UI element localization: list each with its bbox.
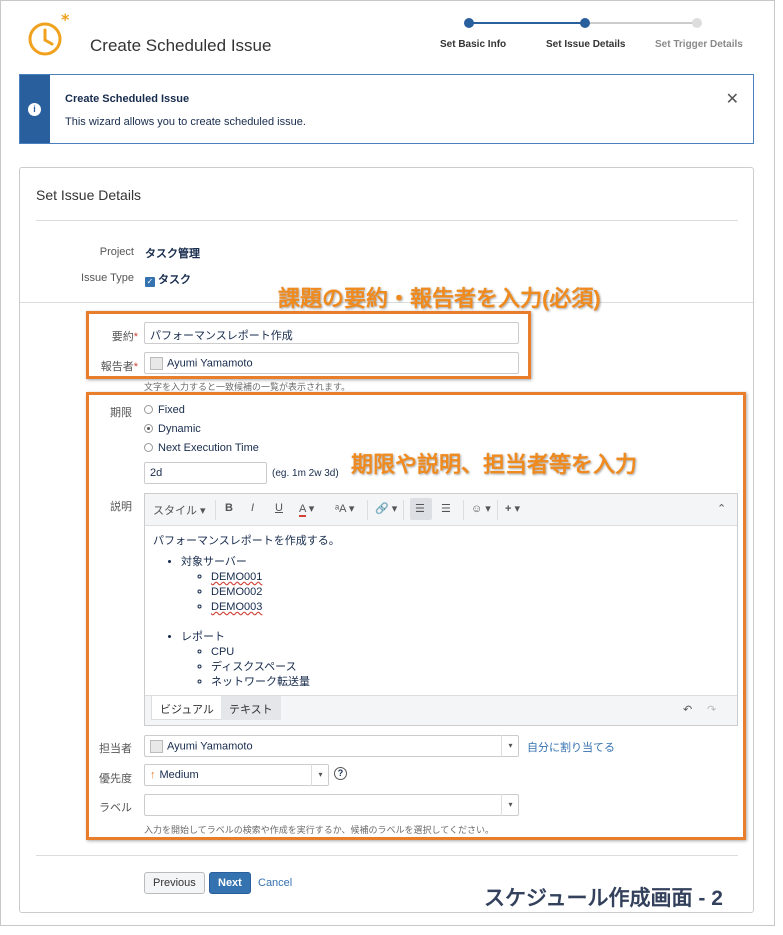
progress-line-pending xyxy=(585,22,697,24)
svg-text:*: * xyxy=(61,11,70,29)
info-banner: i Create Scheduled Issue This wizard all… xyxy=(19,74,754,144)
step-label-trigger-details: Set Trigger Details xyxy=(655,39,743,50)
info-icon: i xyxy=(28,103,41,116)
issue-type-label: Issue Type xyxy=(81,272,134,284)
checkbox-icon: ✓ xyxy=(145,277,155,287)
divider xyxy=(36,220,738,221)
step-label-issue-details: Set Issue Details xyxy=(546,39,626,50)
annotation-box-summary xyxy=(86,311,531,379)
step-dot-1 xyxy=(464,18,474,28)
step-dot-2 xyxy=(580,18,590,28)
issue-type-value: ✓ タスク xyxy=(145,271,191,287)
close-icon[interactable]: ✕ xyxy=(726,89,739,109)
banner-side: i xyxy=(20,75,50,143)
page-title: Create Scheduled Issue xyxy=(90,36,272,55)
screen-caption: スケジュール作成画面 - 2 xyxy=(484,887,723,910)
banner-title: Create Scheduled Issue xyxy=(65,93,190,105)
progress-line-done xyxy=(469,22,585,24)
next-button[interactable]: Next xyxy=(209,872,251,894)
cancel-link[interactable]: Cancel xyxy=(258,877,292,889)
app-logo: * xyxy=(28,11,70,56)
step-label-basic-info: Set Basic Info xyxy=(440,39,507,50)
divider xyxy=(36,855,738,856)
previous-button[interactable]: Previous xyxy=(144,872,205,894)
banner-text: This wizard allows you to create schedul… xyxy=(65,116,306,128)
window-frame: * Create Scheduled Issue Set Basic Info … xyxy=(0,0,775,926)
project-label: Project xyxy=(99,246,134,258)
section-title: Set Issue Details xyxy=(36,187,142,203)
annotation-text-summary: 課題の要約・報告者を入力(必須) xyxy=(278,286,601,311)
step-dot-3 xyxy=(692,18,702,28)
issue-type-text: タスク xyxy=(158,274,191,286)
annotation-text-details: 期限や説明、担当者等を入力 xyxy=(351,452,638,477)
project-value: タスク管理 xyxy=(145,248,200,260)
